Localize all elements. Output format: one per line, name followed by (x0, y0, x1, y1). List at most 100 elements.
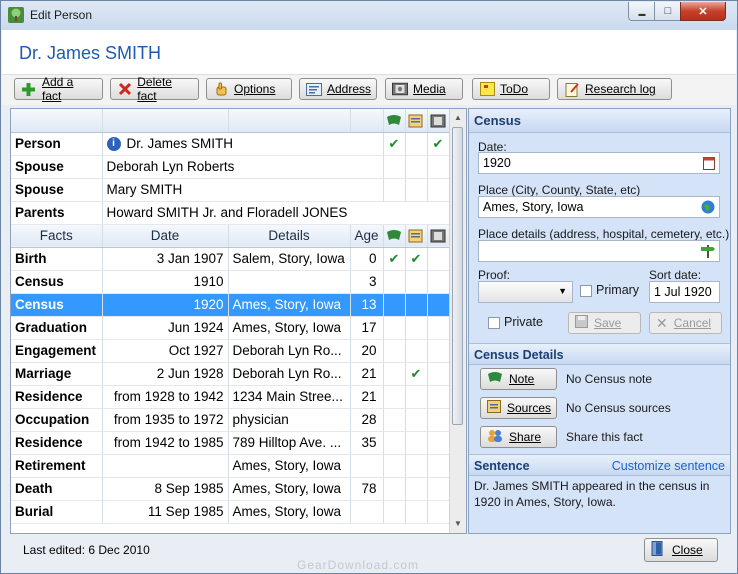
scroll-down-arrow-icon[interactable]: ▼ (452, 518, 464, 530)
fact-note-check (383, 293, 406, 317)
vertical-scrollbar[interactable]: ▲ ▼ (449, 109, 466, 533)
fact-row[interactable]: Graduation Jun 1924 Ames, Story, Iowa 17 (11, 316, 450, 340)
age-column-header[interactable]: Age (350, 224, 384, 248)
options-button[interactable]: Options (206, 78, 292, 100)
fact-age: 3 (350, 270, 384, 294)
fact-source-check (405, 293, 428, 317)
save-label: Save (594, 316, 622, 330)
add-fact-button[interactable]: Add a fact (14, 75, 103, 103)
fact-age: 21 (350, 385, 384, 409)
maximize-button[interactable]: □ (654, 2, 682, 21)
relation-type: Spouse (11, 178, 103, 202)
scroll-thumb[interactable] (452, 127, 463, 425)
fact-row[interactable]: Marriage 2 Jun 1928 Deborah Lyn Ro... 21 ✔ (11, 362, 450, 386)
fact-row[interactable]: Death 8 Sep 1985 Ames, Story, Iowa 78 (11, 477, 450, 501)
primary-checkbox[interactable] (580, 285, 592, 297)
proof-select[interactable]: ▼ (478, 281, 573, 303)
cancel-button[interactable]: ✕ Cancel (649, 312, 722, 334)
delete-fact-button[interactable]: Delete fact (110, 75, 199, 103)
fact-source-check: ✔ (405, 362, 428, 386)
address-card-icon (306, 81, 322, 97)
relation-row[interactable]: Person i Dr. James SMITH ✔ ✔ (11, 132, 450, 156)
note-button[interactable]: Note (480, 368, 557, 390)
relation-row[interactable]: Spouse Deborah Lyn Roberts (11, 155, 450, 179)
fact-media-check (427, 293, 450, 317)
source-column-icon (405, 224, 428, 248)
customize-sentence-link[interactable]: Customize sentence (612, 455, 725, 477)
fact-note-check (383, 454, 406, 478)
relation-row[interactable]: Parents Howard SMITH Jr. and Floradell J… (11, 201, 450, 225)
fact-age: 17 (350, 316, 384, 340)
fact-type: Retirement (11, 454, 103, 478)
signpost-icon[interactable] (700, 244, 716, 258)
cancel-label: Cancel (673, 316, 712, 330)
fact-date: from 1942 to 1985 (102, 431, 229, 455)
fact-note-check (383, 316, 406, 340)
fact-age: 0 (350, 247, 384, 271)
date-input[interactable]: 1920 (478, 152, 720, 174)
fact-note-check (383, 385, 406, 409)
fact-date: Jun 1924 (102, 316, 229, 340)
minimize-button[interactable]: ▬ (628, 2, 656, 21)
fact-type: Death (11, 477, 103, 501)
sort-date-input[interactable]: 1 Jul 1920 (649, 281, 720, 303)
fact-row[interactable]: Residence from 1942 to 1985 789 Hilltop Av… (11, 431, 450, 455)
share-status: Share this fact (566, 430, 643, 444)
research-log-button[interactable]: Research log (557, 78, 672, 100)
place-details-input[interactable] (478, 240, 720, 262)
fact-row[interactable]: Census 1910 3 (11, 270, 450, 294)
fact-date: 11 Sep 1985 (102, 500, 229, 524)
fact-type: Residence (11, 385, 103, 409)
close-window-button[interactable]: ✕ (680, 2, 726, 21)
person-name-title: Dr. James SMITH (19, 43, 162, 63)
date-column-header[interactable]: Date (102, 224, 229, 248)
fact-type: Census (11, 293, 103, 317)
fact-row[interactable]: Occupation from 1935 to 1972 physician 28 (11, 408, 450, 432)
relation-type: Parents (11, 201, 103, 225)
chevron-down-icon: ▼ (558, 286, 567, 296)
fact-details: physician (228, 408, 351, 432)
details-column-header[interactable]: Details (228, 224, 351, 248)
notepad-icon (564, 81, 580, 97)
calendar-icon[interactable] (703, 156, 715, 170)
fact-row[interactable]: Burial 11 Sep 1985 Ames, Story, Iowa (11, 500, 450, 524)
share-button[interactable]: Share (480, 426, 557, 448)
private-label: Private (504, 315, 543, 329)
fact-date (102, 454, 229, 478)
relation-row[interactable]: Spouse Mary SMITH (11, 178, 450, 202)
place-input[interactable]: Ames, Story, Iowa (478, 196, 720, 218)
note-column-icon (383, 109, 406, 133)
minimize-icon: ▬ (638, 10, 646, 18)
media-button[interactable]: Media (385, 78, 463, 100)
fact-type: Occupation (11, 408, 103, 432)
sort-date-label: Sort date: (649, 268, 702, 282)
fact-row[interactable]: Engagement Oct 1927 Deborah Lyn Ro... 20 (11, 339, 450, 363)
fact-details: Deborah Lyn Ro... (228, 339, 351, 363)
cancel-x-icon: ✕ (656, 314, 668, 331)
fact-details: Ames, Story, Iowa (228, 500, 351, 524)
fact-source-check (405, 477, 428, 501)
facts-column-header[interactable]: Facts (11, 224, 103, 248)
save-button[interactable]: Save (568, 312, 641, 334)
title-bar[interactable]: Edit Person ▬ □ ✕ (1, 1, 737, 30)
private-checkbox[interactable] (488, 317, 500, 329)
fact-row[interactable]: Birth 3 Jan 1907 Salem, Story, Iowa 0 ✔ ✔ (11, 247, 450, 271)
address-label: Address (327, 82, 372, 96)
edit-person-window: Edit Person ▬ □ ✕ Dr. James SMITH Add a … (0, 0, 738, 574)
fact-date: 3 Jan 1907 (102, 247, 229, 271)
fact-note-check (383, 270, 406, 294)
place-label: Place (City, County, State, etc) (478, 183, 641, 197)
sources-button[interactable]: Sources (480, 397, 557, 419)
fact-row[interactable]: Census 1920 Ames, Story, Iowa 13 (11, 293, 450, 317)
sentence-header: Sentence Customize sentence (469, 454, 730, 476)
close-button[interactable]: Close (644, 538, 718, 562)
fact-row[interactable]: Residence from 1928 to 1942 1234 Main Stre… (11, 385, 450, 409)
globe-icon[interactable] (701, 200, 715, 214)
fact-date: from 1935 to 1972 (102, 408, 229, 432)
fact-age (350, 454, 384, 478)
fact-row[interactable]: Retirement Ames, Story, Iowa (11, 454, 450, 478)
address-button[interactable]: Address (299, 78, 377, 100)
todo-button[interactable]: ToDo (472, 78, 550, 100)
fact-type: Burial (11, 500, 103, 524)
scroll-up-arrow-icon[interactable]: ▲ (452, 112, 464, 124)
